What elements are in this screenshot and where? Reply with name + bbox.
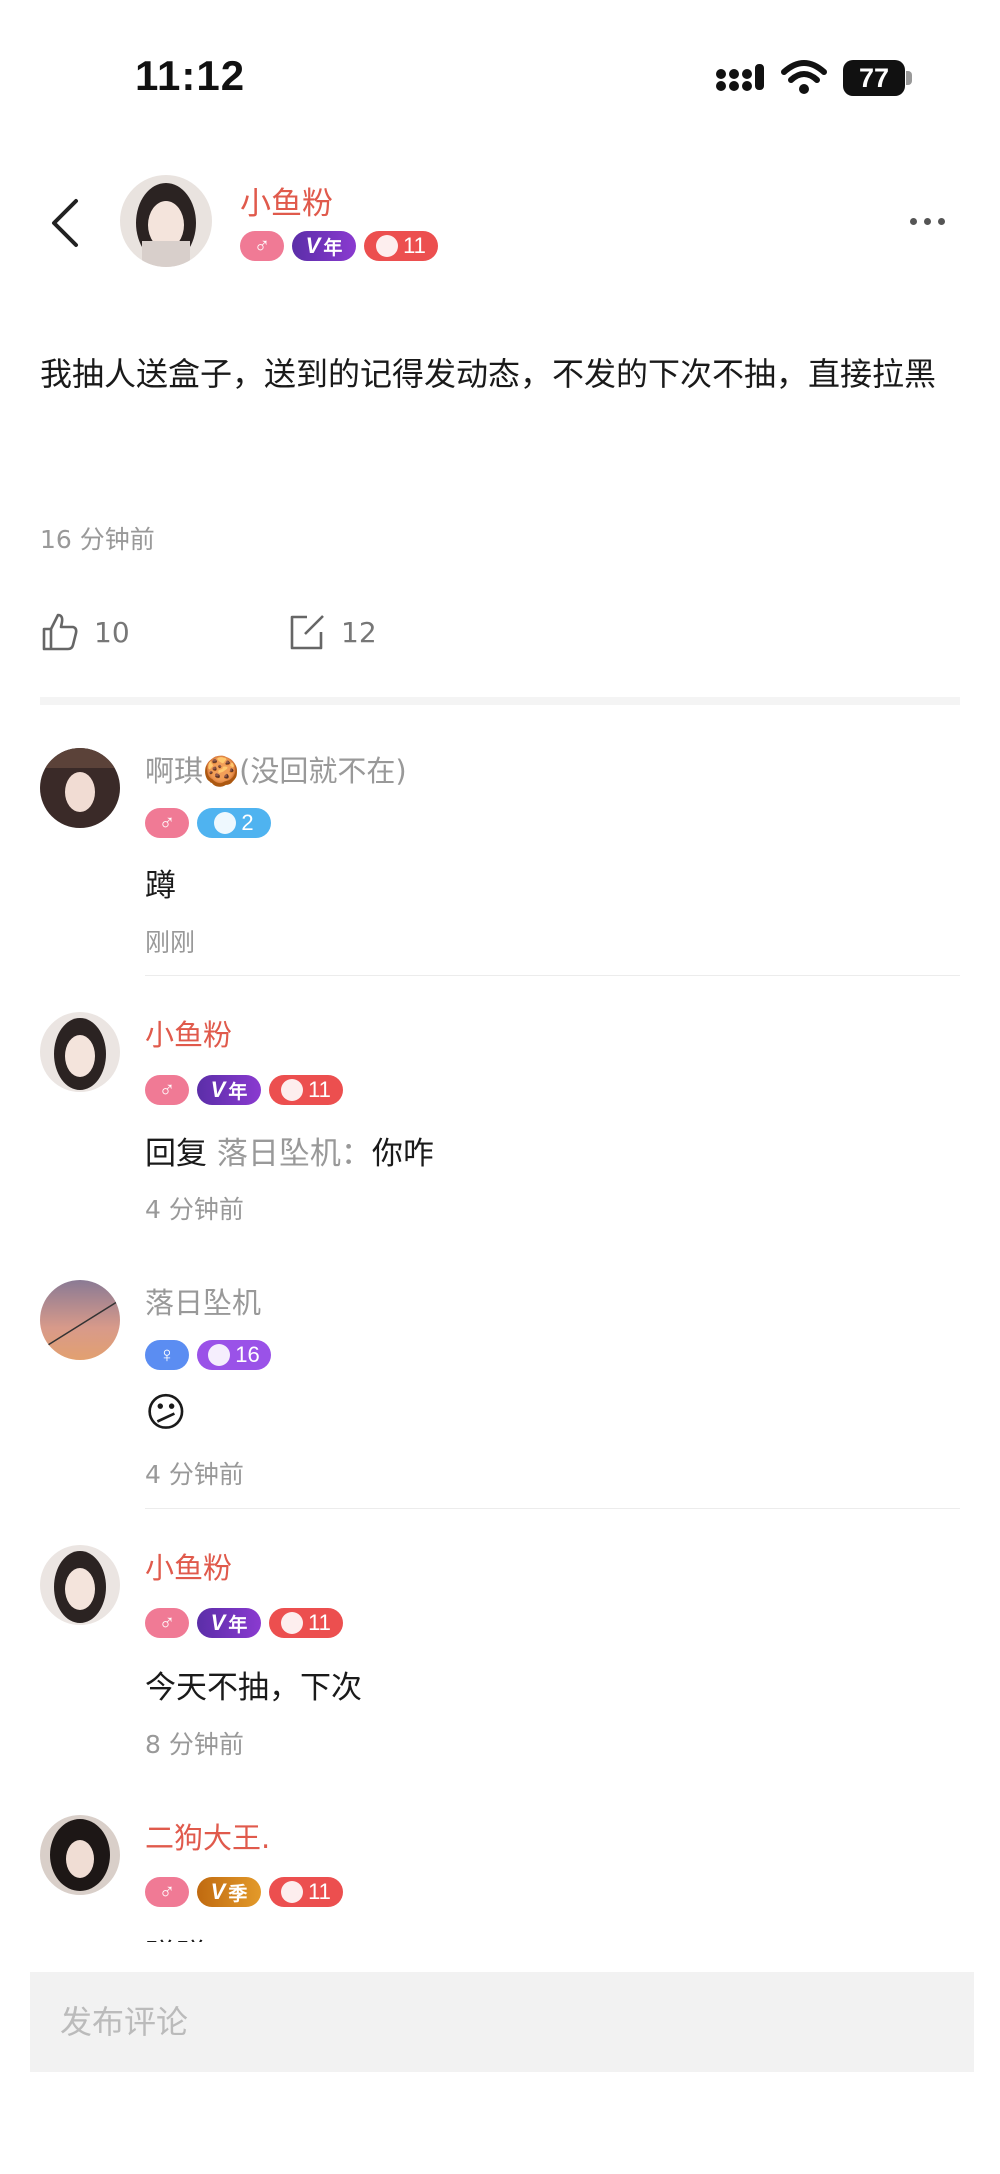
comment-author[interactable]: 啊琪🍪(没回就不在) bbox=[145, 748, 407, 790]
star-icon bbox=[208, 1344, 231, 1366]
battery-indicator: 77 bbox=[843, 60, 905, 96]
like-button[interactable]: 10 bbox=[40, 612, 130, 652]
edit-comment-icon bbox=[290, 615, 324, 650]
heart-level-badge: 11 bbox=[269, 1877, 343, 1907]
comment-input[interactable] bbox=[30, 1972, 974, 2072]
comment-badges: ♂ 2 bbox=[145, 808, 271, 838]
comment-text: 今天不抽，下次 bbox=[145, 1670, 362, 1706]
heart-icon bbox=[281, 1079, 304, 1101]
vip-badge: V年 bbox=[197, 1075, 261, 1105]
comment-author[interactable]: 二狗大王. bbox=[145, 1815, 270, 1857]
comment-badges: ♂ V年 11 bbox=[145, 1075, 343, 1105]
heart-icon bbox=[281, 1612, 304, 1634]
vip-season-badge: V季 bbox=[197, 1877, 261, 1907]
male-gender-icon: ♂ bbox=[240, 231, 284, 261]
thumbs-up-icon bbox=[42, 613, 78, 651]
heart-icon bbox=[281, 1881, 304, 1903]
star-level-badge: 16 bbox=[197, 1340, 271, 1370]
male-gender-icon: ♂ bbox=[145, 1608, 189, 1638]
wifi-icon bbox=[780, 60, 828, 100]
reply-target[interactable]: 落日坠机 bbox=[217, 1136, 341, 1172]
comment-text: 回复 落日坠机：你咋 bbox=[145, 1136, 434, 1172]
comment-time: 8 分钟前 bbox=[145, 1730, 244, 1759]
comment-avatar[interactable] bbox=[40, 1545, 120, 1625]
comment-count: 12 bbox=[341, 615, 377, 649]
author-badges: ♂ V年 11 bbox=[240, 231, 438, 261]
moon-icon bbox=[214, 812, 237, 834]
comment-text: 蹲 bbox=[145, 868, 176, 904]
more-options-icon[interactable] bbox=[910, 218, 945, 225]
comment-divider bbox=[145, 1508, 960, 1509]
author-avatar[interactable] bbox=[120, 175, 212, 267]
comment-button[interactable]: 12 bbox=[287, 612, 377, 652]
comment-emoji: 😕 bbox=[145, 1390, 187, 1436]
heart-level-badge: 11 bbox=[364, 231, 438, 261]
comment-badges: ♀ 16 bbox=[145, 1340, 271, 1370]
comment-time: 刚刚 bbox=[145, 928, 196, 957]
heart-level-badge: 11 bbox=[269, 1075, 343, 1105]
comment-avatar[interactable] bbox=[40, 1815, 120, 1895]
comment-time: 4 分钟前 bbox=[145, 1195, 244, 1224]
cellular-signal-icon bbox=[715, 62, 767, 96]
female-gender-icon: ♀ bbox=[145, 1340, 189, 1370]
vip-badge: V年 bbox=[197, 1608, 261, 1638]
comment-author[interactable]: 落日坠机 bbox=[145, 1280, 261, 1322]
vip-badge: V年 bbox=[292, 231, 356, 261]
comment-avatar[interactable] bbox=[40, 748, 120, 828]
comment-avatar[interactable] bbox=[40, 1280, 120, 1360]
post-content: 我抽人送盒子，送到的记得发动态，不发的下次不抽，直接拉黑 bbox=[40, 355, 937, 393]
battery-tip bbox=[906, 71, 912, 85]
moon-level-badge: 2 bbox=[197, 808, 271, 838]
comment-time: 4 分钟前 bbox=[145, 1460, 244, 1489]
section-divider bbox=[40, 697, 960, 705]
like-count: 10 bbox=[94, 615, 130, 649]
male-gender-icon: ♂ bbox=[145, 1075, 189, 1105]
post-timestamp: 16 分钟前 bbox=[40, 525, 155, 554]
comment-avatar[interactable] bbox=[40, 1012, 120, 1092]
male-gender-icon: ♂ bbox=[145, 1877, 189, 1907]
heart-icon bbox=[376, 235, 399, 257]
back-icon[interactable] bbox=[40, 193, 90, 253]
scroll-mask bbox=[0, 1942, 1000, 1972]
male-gender-icon: ♂ bbox=[145, 808, 189, 838]
comment-author[interactable]: 小鱼粉 bbox=[145, 1012, 232, 1054]
status-time: 11:12 bbox=[135, 52, 246, 99]
comment-badges: ♂ V年 11 bbox=[145, 1608, 343, 1638]
comment-badges: ♂ V季 11 bbox=[145, 1877, 343, 1907]
heart-level-badge: 11 bbox=[269, 1608, 343, 1638]
comment-input-bar[interactable] bbox=[30, 1972, 974, 2072]
author-name[interactable]: 小鱼粉 bbox=[240, 178, 333, 223]
comment-divider bbox=[145, 975, 960, 976]
comment-author[interactable]: 小鱼粉 bbox=[145, 1545, 232, 1587]
